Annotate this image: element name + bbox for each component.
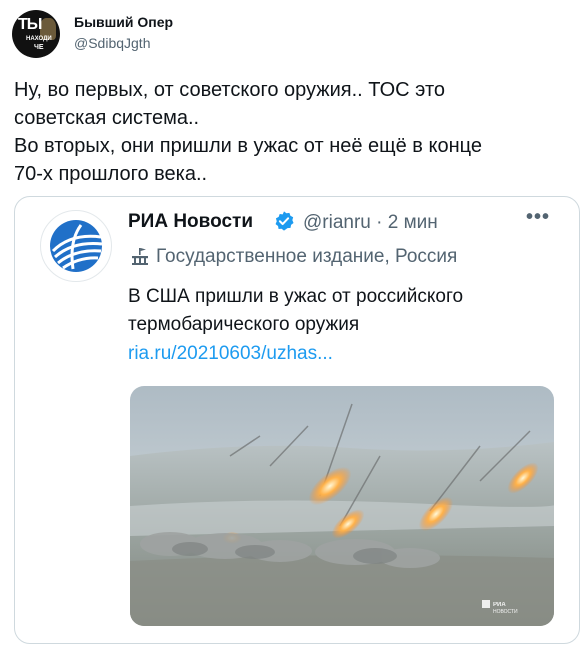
tweet-text: Ну, во первых, от советского оружия.. ТО… [14, 76, 574, 188]
quoted-tweet-card[interactable]: РИА Новости @rianru · 2 мин ••• Государс… [14, 196, 580, 644]
media-watermark-novosti: НОВОСТИ [493, 609, 518, 615]
media-watermark-ria: РИА [493, 602, 506, 608]
quoted-text-line: термобарического оружия [128, 314, 360, 335]
quoted-handle-and-time[interactable]: @rianru · 2 мин [303, 212, 438, 234]
avatar-text-line-2: НАХОДИ [26, 36, 52, 42]
quoted-tweet-text: В США пришли в ужас от российского термо… [128, 283, 568, 339]
state-media-label[interactable]: Государственное издание, Россия [156, 246, 457, 268]
avatar-text-line-3: ЧЕ [34, 44, 44, 51]
ria-logo-icon [50, 220, 103, 272]
article-link[interactable]: ria.ru/20210603/uzhas... [128, 343, 333, 365]
tweet-text-line: Ну, во первых, от советского оружия.. ТО… [14, 79, 445, 101]
tweet-text-line: советская система.. [14, 107, 200, 129]
government-building-icon [132, 248, 148, 265]
quoted-author-name[interactable]: РИА Новости [128, 211, 253, 233]
more-dots-icon[interactable]: ••• [526, 206, 550, 229]
avatar-text-line-1: ТЫ [18, 16, 42, 33]
tweet-text-line: Во вторых, они пришли в ужас от неё ещё … [14, 135, 482, 157]
ria-logo-avatar[interactable] [40, 210, 112, 282]
author-handle[interactable]: @SdibqJgth [74, 35, 150, 51]
author-avatar[interactable]: ТЫ НАХОДИ ЧЕ [12, 10, 60, 58]
tweet-text-line: 70-х прошлого века.. [14, 163, 208, 185]
verified-badge-icon [275, 211, 294, 231]
author-name[interactable]: Бывший Опер [74, 14, 173, 30]
quoted-text-line: В США пришли в ужас от российского [128, 286, 464, 307]
rocket-launch-photo: РИА НОВОСТИ [130, 386, 554, 626]
quoted-tweet-image[interactable]: РИА НОВОСТИ [130, 386, 554, 626]
